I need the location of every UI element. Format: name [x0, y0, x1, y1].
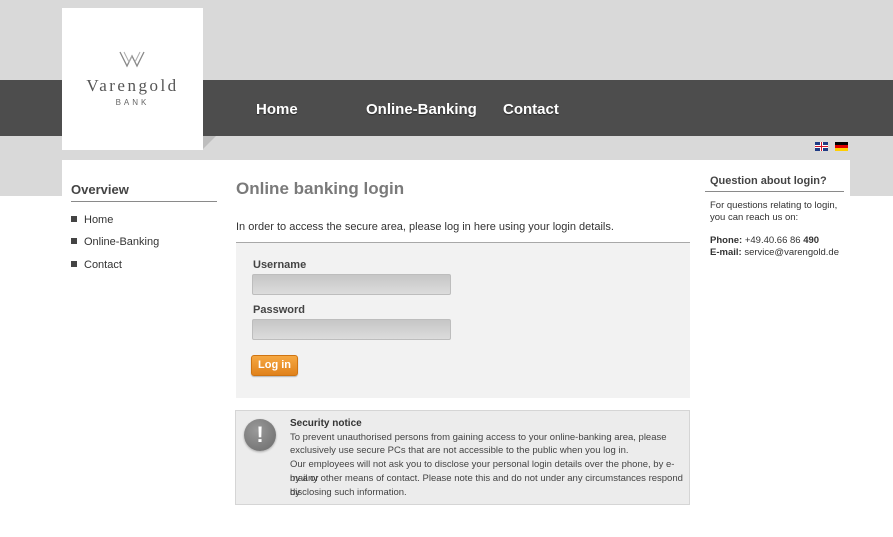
page-title: Online banking login — [236, 179, 405, 198]
logo-name: Varengold — [86, 76, 179, 95]
exclamation-icon: ! — [244, 419, 276, 451]
nav-contact-link[interactable]: Contact — [503, 101, 559, 118]
security-notice-line: exclusively use secure PCs that are not … — [290, 445, 629, 456]
help-title: Question about login? — [710, 175, 827, 187]
phone-label: Phone: — [710, 235, 743, 246]
sidebar-item-label: Online-Banking — [84, 236, 160, 248]
sidebar-item-label: Contact — [84, 259, 122, 271]
help-text: For questions relating to login, you can… — [710, 200, 838, 223]
security-notice-line: disclosing such information. — [290, 487, 407, 498]
sidebar-divider — [71, 201, 217, 202]
phone-extension: 490 — [803, 235, 820, 246]
sidebar-item-online-banking[interactable]: Online-Banking — [71, 236, 159, 248]
username-label: Username — [253, 259, 307, 271]
email-label: E-mail: — [710, 247, 742, 258]
security-notice-line: To prevent unauthorised persons from gai… — [290, 432, 667, 443]
english-flag-icon[interactable] — [815, 142, 828, 151]
login-button[interactable]: Log in — [251, 355, 298, 376]
sidebar-item-label: Home — [84, 214, 114, 226]
varengold-logo[interactable]: Varengold BANK — [62, 8, 203, 150]
nav-online-banking-link[interactable]: Online-Banking — [366, 101, 477, 118]
phone-line: Phone: +49.40.66 86 490 — [710, 235, 819, 246]
password-input[interactable] — [252, 319, 451, 340]
sidebar-item-home[interactable]: Home — [71, 214, 113, 226]
nav-home-link[interactable]: Home — [256, 101, 298, 118]
german-flag-icon[interactable] — [835, 142, 848, 151]
security-notice-title: Security notice — [290, 418, 362, 429]
sidebar-item-contact[interactable]: Contact — [71, 259, 122, 271]
email-link[interactable]: service@varengold.de — [744, 247, 839, 258]
square-bullet-icon — [71, 216, 77, 222]
email-line: E-mail: service@varengold.de — [710, 247, 839, 258]
username-input[interactable] — [252, 274, 451, 295]
intro-text: In order to access the secure area, plea… — [236, 221, 614, 233]
logo-fold-decoration — [203, 136, 216, 149]
sidebar-title: Overview — [71, 182, 129, 197]
phone-value: +49.40.66 86 — [744, 235, 801, 246]
square-bullet-icon — [71, 238, 77, 244]
square-bullet-icon — [71, 261, 77, 267]
logo-subtitle: BANK — [115, 98, 150, 107]
help-divider — [705, 191, 844, 192]
logo-mark-icon — [119, 51, 145, 68]
password-label: Password — [253, 304, 305, 316]
